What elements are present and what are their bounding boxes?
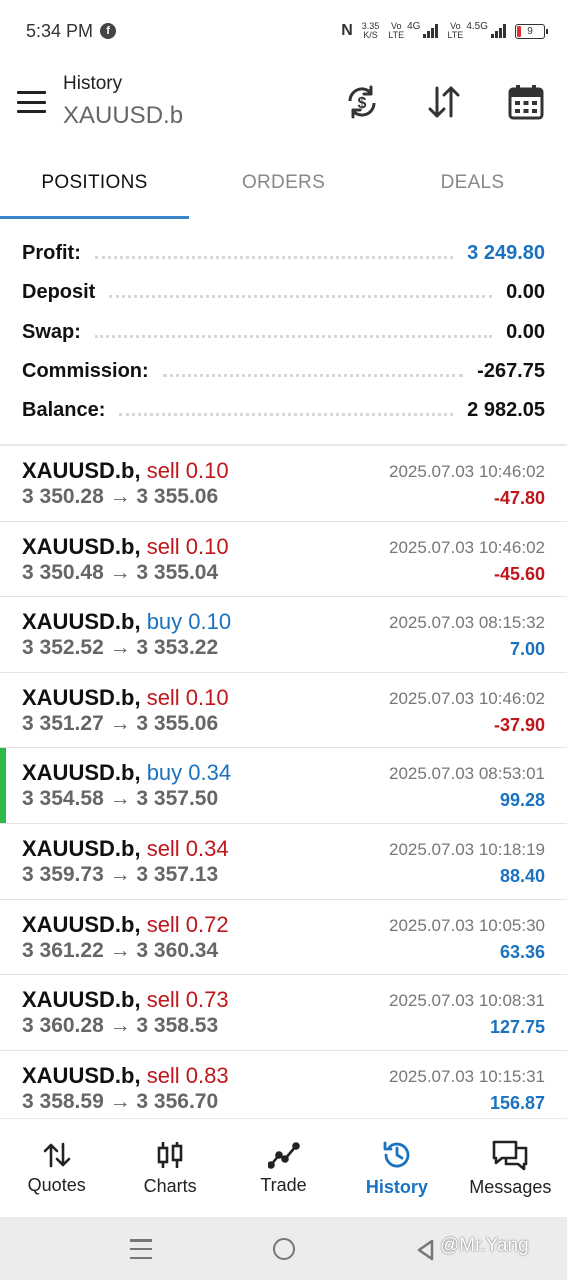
sim1-signal: Vo LTE 4G (388, 22, 439, 40)
position-row[interactable]: XAUUSD.b, buy 0.34 3 354.58 → 3 357.50 2… (0, 748, 567, 824)
system-nav-bar: @Mr.Yang (0, 1217, 567, 1280)
summary-commission: Commission: -267.75 (22, 360, 545, 383)
nav-history[interactable]: History (340, 1119, 453, 1217)
position-row[interactable]: XAUUSD.b, sell 0.10 3 351.27 → 3 355.06 … (0, 673, 567, 749)
position-row[interactable]: XAUUSD.b, sell 0.73 3 360.28 → 3 358.53 … (0, 975, 567, 1051)
currency-exchange-icon[interactable]: $ (340, 80, 384, 124)
sort-icon[interactable] (422, 80, 466, 124)
position-row[interactable]: XAUUSD.b, sell 0.34 3 359.73 → 3 357.13 … (0, 824, 567, 900)
signal-icon (423, 24, 439, 38)
status-time: 5:34 PM (26, 20, 94, 41)
deposit-value: 0.00 (506, 281, 545, 304)
position-row[interactable]: XAUUSD.b, sell 0.10 3 350.28 → 3 355.06 … (0, 446, 567, 522)
recent-apps-icon[interactable] (130, 1239, 152, 1259)
tab-deals[interactable]: DEALS (378, 152, 567, 220)
balance-value: 2 982.05 (467, 399, 545, 422)
nfc-icon: N (341, 22, 353, 39)
network-speed: 3.35 K/S (361, 21, 380, 40)
calendar-icon[interactable] (504, 80, 548, 124)
battery-icon: 9 (515, 23, 548, 39)
summary-balance: Balance: 2 982.05 (22, 399, 545, 422)
position-row[interactable]: XAUUSD.b, sell 0.10 3 350.48 → 3 355.04 … (0, 522, 567, 598)
quotes-icon (43, 1142, 71, 1167)
bottom-nav: Quotes Charts Trade History Messages (0, 1118, 567, 1217)
messages-icon (493, 1140, 528, 1170)
summary-swap: Swap: 0.00 (22, 320, 545, 343)
active-tab-indicator (0, 216, 189, 219)
summary-deposit: Deposit 0.00 (22, 281, 545, 304)
status-bar: 5:34 PM f N 3.35 K/S Vo LTE 4G Vo LTE 4.5G… (0, 0, 567, 62)
position-row[interactable]: XAUUSD.b, sell 0.83 3 358.59 → 3 356.70 … (0, 1051, 567, 1127)
tab-orders[interactable]: ORDERS (189, 152, 378, 220)
profit-value: 3 249.80 (467, 242, 545, 265)
symbol-subtitle[interactable]: XAUUSD.b (63, 102, 183, 130)
signal-icon (491, 24, 506, 38)
nav-quotes[interactable]: Quotes (0, 1119, 113, 1217)
commission-value: -267.75 (477, 360, 545, 383)
position-row[interactable]: XAUUSD.b, buy 0.10 3 352.52 → 3 353.22 2… (0, 597, 567, 673)
svg-text:$: $ (358, 95, 367, 112)
nav-charts[interactable]: Charts (113, 1119, 226, 1217)
watermark: @Mr.Yang (440, 1235, 529, 1256)
trade-line-icon (267, 1141, 300, 1169)
home-icon[interactable] (273, 1238, 295, 1260)
sim2-signal: Vo LTE 4.5G (447, 22, 506, 40)
menu-icon[interactable] (17, 91, 46, 113)
nav-trade[interactable]: Trade (227, 1119, 340, 1217)
position-row[interactable]: XAUUSD.b, sell 0.72 3 361.22 → 3 360.34 … (0, 900, 567, 976)
summary-panel: Profit: 3 249.80 Deposit 0.00 Swap: 0.00… (0, 234, 567, 430)
app-header: History XAUUSD.b $ (0, 62, 567, 152)
back-icon[interactable] (415, 1238, 435, 1267)
history-icon (383, 1141, 410, 1167)
nav-messages[interactable]: Messages (454, 1119, 567, 1217)
tabs: POSITIONS ORDERS DEALS (0, 152, 567, 220)
swap-value: 0.00 (506, 320, 545, 343)
page-title: History (63, 73, 123, 94)
facebook-icon: f (100, 23, 117, 39)
positions-list: XAUUSD.b, sell 0.10 3 350.28 → 3 355.06 … (0, 446, 567, 1127)
tab-positions[interactable]: POSITIONS (0, 152, 189, 220)
candlestick-icon (157, 1141, 183, 1168)
summary-profit: Profit: 3 249.80 (22, 242, 545, 265)
